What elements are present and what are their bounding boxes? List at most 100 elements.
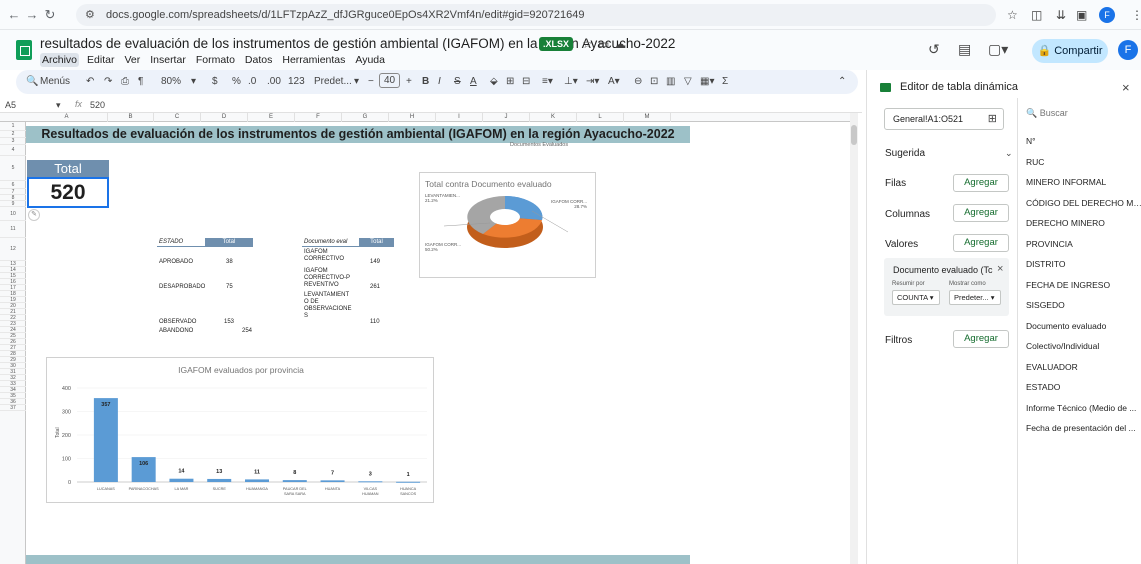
meet-icon[interactable]: ▢▾	[988, 41, 1008, 58]
values-add-button[interactable]: Agregar	[953, 234, 1009, 252]
bold-button[interactable]: B	[422, 76, 429, 87]
link-icon[interactable]: ⊖	[634, 76, 642, 87]
name-box[interactable]: A5	[5, 100, 16, 110]
star-icon[interactable]: ☆	[582, 37, 593, 51]
move-folder-icon[interactable]: ▭	[598, 37, 609, 51]
filters-add-button[interactable]: Agregar	[953, 330, 1009, 348]
search-menus-label[interactable]: Menús	[40, 76, 70, 87]
column-header[interactable]: M	[624, 113, 671, 122]
row-header[interactable]: 4	[0, 145, 26, 156]
browser-menu-icon[interactable]: ⋮	[1131, 8, 1141, 22]
document-title[interactable]: resultados de evaluación de los instrume…	[40, 36, 675, 51]
comment-icon[interactable]: ⊡	[650, 76, 658, 87]
undo-icon[interactable]: ↶	[86, 76, 94, 87]
summarize-select[interactable]: COUNTA ▾	[892, 290, 940, 305]
column-header[interactable]: D	[201, 113, 248, 122]
column-header[interactable]: B	[108, 113, 154, 122]
estado-row-key[interactable]: ABANDONO	[159, 328, 193, 335]
menu-archivo[interactable]: Archivo	[40, 53, 80, 67]
field-search[interactable]: 🔍 Buscar	[1026, 108, 1068, 119]
show-as-select[interactable]: Predeter... ▾	[949, 290, 1001, 305]
menu-editar[interactable]: Editar	[85, 53, 116, 67]
row-header[interactable]: 5	[0, 156, 26, 181]
suggested-chevron-icon[interactable]: ⌄	[1005, 148, 1013, 159]
profile-avatar[interactable]: F	[1099, 7, 1115, 23]
align-icon[interactable]: ≡▾	[542, 76, 553, 87]
currency-button[interactable]: $	[212, 76, 218, 87]
documento-row-key[interactable]: IGAFOM CORRECTIVO-P REVENTIVO	[304, 268, 354, 289]
edit-pencil-icon[interactable]: ✎	[28, 209, 40, 221]
collapse-toolbar-icon[interactable]: ⌃	[838, 76, 846, 87]
field-item[interactable]: EVALUADOR	[1026, 362, 1141, 372]
merge-icon[interactable]: ⊟	[522, 76, 530, 87]
share-button[interactable]: 🔒 Compartir	[1032, 39, 1108, 63]
italic-button[interactable]: I	[438, 76, 441, 87]
filter-icon[interactable]: ▽	[684, 76, 692, 87]
filter-views-icon[interactable]: ▦▾	[700, 76, 714, 87]
field-item[interactable]: SISGEDO	[1026, 300, 1141, 310]
column-header[interactable]: J	[483, 113, 530, 122]
zoom-select[interactable]: 80%	[161, 76, 181, 87]
scroll-thumb[interactable]	[851, 125, 857, 145]
redo-icon[interactable]: ↷	[104, 76, 112, 87]
column-header[interactable]: K	[530, 113, 577, 122]
menu-ayuda[interactable]: Ayuda	[353, 53, 387, 67]
text-color-button[interactable]: A	[470, 76, 477, 87]
value-field-card[interactable]: Documento evaluado (Tc × Resumir por COU…	[884, 258, 1009, 316]
field-item[interactable]: Fecha de presentación del ...	[1026, 423, 1141, 433]
sheet-banner-title[interactable]: Resultados de evaluación de los instrume…	[26, 126, 690, 143]
total-header-cell[interactable]: Total	[27, 160, 109, 177]
wrap-icon[interactable]: ⇥▾	[586, 76, 599, 87]
font-size-minus[interactable]: −	[368, 76, 374, 87]
field-item[interactable]: ESTADO	[1026, 382, 1141, 392]
field-item[interactable]: Documento evaluado	[1026, 321, 1141, 331]
rotate-icon[interactable]: A▾	[608, 76, 620, 87]
paint-format-icon[interactable]: ¶	[138, 76, 143, 87]
percent-button[interactable]: %	[232, 76, 241, 87]
account-avatar[interactable]: F	[1118, 40, 1138, 60]
field-item[interactable]: RUC	[1026, 157, 1141, 167]
documento-row-value[interactable]: 110	[370, 319, 380, 326]
row-header[interactable]: 37	[0, 405, 26, 411]
menu-insertar[interactable]: Insertar	[148, 53, 188, 67]
row-header[interactable]: 6	[0, 181, 26, 189]
name-box-chevron-icon[interactable]: ▾	[56, 100, 61, 111]
column-header[interactable]: E	[248, 113, 295, 122]
field-item[interactable]: DISTRITO	[1026, 259, 1141, 269]
site-info-icon[interactable]: ⚙	[85, 4, 95, 26]
font-size-input[interactable]: 40	[379, 73, 401, 88]
extensions-icon[interactable]: ◫	[1031, 8, 1042, 22]
zoom-chevron-icon[interactable]: ▾	[191, 76, 196, 87]
chart-icon[interactable]: ▥	[666, 76, 675, 87]
font-chevron-icon[interactable]: ▾	[354, 76, 359, 87]
range-input[interactable]: General!A1:O521 ⊞	[884, 108, 1004, 130]
sheets-logo-icon[interactable]	[16, 40, 32, 60]
estado-row-key[interactable]: OBSERVADO	[159, 319, 196, 326]
estado-row-key[interactable]: APROBADO	[159, 259, 193, 266]
strikethrough-button[interactable]: S	[454, 76, 461, 87]
total-value-cell[interactable]: 520	[27, 177, 109, 208]
bookmark-star-icon[interactable]: ☆	[1007, 8, 1018, 22]
spreadsheet-grid[interactable]: ABCDEFGHIJKLM 1 2 3 4 5 6 7 8 9 10 11 12 13 14 15 16 17 1…	[0, 113, 856, 564]
history-icon[interactable]: ↺	[928, 41, 940, 58]
field-item[interactable]: N°	[1026, 136, 1141, 146]
column-header[interactable]: I	[436, 113, 483, 122]
font-size-plus[interactable]: +	[406, 76, 412, 87]
estado-header[interactable]: ESTADO	[157, 238, 205, 247]
fill-color-icon[interactable]: ⬙	[490, 76, 498, 87]
column-header[interactable]: F	[295, 113, 342, 122]
menu-datos[interactable]: Datos	[243, 53, 274, 67]
increase-decimal-button[interactable]: .00	[267, 76, 281, 87]
row-header[interactable]: 1	[0, 122, 26, 131]
reload-icon[interactable]: ↻	[42, 7, 58, 23]
font-select[interactable]: Predet...	[314, 76, 352, 87]
columns-add-button[interactable]: Agregar	[953, 204, 1009, 222]
number-format-button[interactable]: 123	[288, 76, 305, 87]
estado-row-value[interactable]: 254	[242, 328, 252, 335]
row-header[interactable]: 10	[0, 207, 26, 221]
row-header[interactable]: 3	[0, 138, 26, 145]
vertical-scrollbar[interactable]	[850, 113, 858, 564]
remove-field-icon[interactable]: ×	[997, 263, 1003, 275]
suggested-label[interactable]: Sugerida	[885, 148, 925, 159]
estado-row-value[interactable]: 75	[226, 284, 233, 291]
